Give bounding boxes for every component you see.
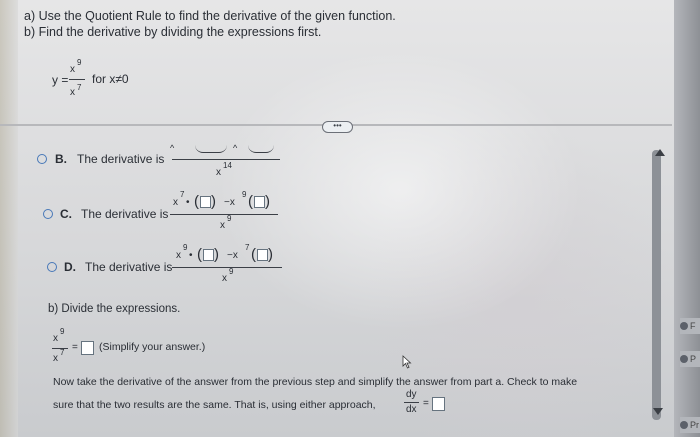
option-d-den-base: x: [222, 273, 227, 284]
part-b-hint: (Simplify your answer.): [99, 341, 206, 353]
function-num-base: x: [70, 64, 75, 75]
option-d-left-base: x: [176, 250, 181, 261]
option-d-mid: −x: [227, 250, 238, 261]
option-d-text: The derivative is: [85, 260, 173, 274]
part-b-den-base: x: [53, 353, 58, 364]
option-d-answer-box-2[interactable]: [257, 249, 268, 261]
tag-dot-icon: [680, 355, 688, 363]
option-d-den-exp: 9: [229, 267, 234, 276]
option-d-fraction-bar: [172, 267, 282, 268]
option-c-letter: C.: [60, 207, 72, 221]
option-c-paren-close-2: ): [265, 193, 270, 210]
option-d-paren-open-2: (: [251, 246, 256, 263]
option-d-paren-close-2: ): [268, 246, 273, 263]
option-b-fraction-bar: [172, 159, 280, 160]
right-panel-edge: [674, 0, 700, 437]
option-c-text: The derivative is: [81, 207, 169, 221]
tag-dot-icon: [680, 322, 688, 330]
bottom-line-2: sure that the two results are the same. …: [53, 399, 376, 411]
option-c-left-exp: 7: [180, 190, 185, 199]
option-d-answer-box-1[interactable]: [203, 249, 214, 261]
tag-dot-icon: [680, 421, 688, 429]
mouse-pointer-icon: [402, 355, 412, 369]
dx-label: dx: [406, 404, 417, 415]
option-c-paren-open-2: (: [248, 193, 253, 210]
function-fraction-bar: [69, 79, 85, 80]
option-b-numerator-caret: ^: [233, 143, 238, 153]
option-d-mid-exp: 7: [245, 243, 250, 252]
part-b-num-exp: 9: [60, 327, 65, 336]
function-den-base: x: [70, 87, 75, 98]
bottom-line-1: Now take the derivative of the answer fr…: [53, 376, 578, 388]
left-edge-shadow: [0, 0, 18, 437]
right-tag-1[interactable]: F: [680, 318, 700, 334]
option-c-den-base: x: [220, 220, 225, 231]
dy-label: dy: [406, 389, 417, 400]
function-condition: for x≠0: [92, 72, 129, 86]
part-b-heading: b) Divide the expressions.: [48, 303, 181, 315]
instruction-a: a) Use the Quotient Rule to find the der…: [24, 9, 396, 23]
scroll-down-arrow-icon[interactable]: [653, 408, 663, 415]
dy-dx-fraction-bar: [404, 402, 419, 403]
dy-dx-equals: =: [423, 398, 429, 409]
option-c-fraction-bar: [170, 214, 278, 215]
function-lhs: y =: [52, 73, 69, 87]
scroll-up-arrow-icon[interactable]: [655, 149, 665, 156]
part-b-num-base: x: [53, 333, 58, 344]
option-c-answer-box-2[interactable]: [254, 196, 265, 208]
option-b-radio[interactable]: [37, 154, 47, 164]
option-b-numerator-partial: ^: [170, 143, 175, 153]
option-d-letter: D.: [64, 260, 76, 274]
vertical-scrollbar[interactable]: [652, 150, 661, 420]
option-c-paren-close-1: ): [211, 193, 216, 210]
dy-dx-answer-input[interactable]: [432, 397, 445, 411]
option-c-radio[interactable]: [43, 209, 53, 219]
function-den-exp: 7: [77, 83, 82, 92]
option-d-radio[interactable]: [47, 262, 57, 272]
right-tag-2[interactable]: P: [680, 351, 700, 367]
right-tag-3[interactable]: Pr: [680, 417, 700, 433]
option-c-mid: −x: [224, 197, 235, 208]
option-c-dot: •: [186, 197, 190, 208]
part-b-equals: =: [72, 342, 78, 353]
option-b-letter: B.: [55, 152, 67, 166]
function-num-exp: 9: [77, 58, 82, 67]
option-c-left-base: x: [173, 197, 178, 208]
part-b-den-exp: 7: [60, 348, 65, 357]
option-b-den-base: x: [216, 167, 221, 178]
more-button[interactable]: •••: [322, 121, 353, 133]
option-c-paren-open-1: (: [194, 193, 199, 210]
option-c-den-exp: 9: [227, 214, 232, 223]
option-b-den-exp: 14: [223, 161, 232, 170]
option-d-left-exp: 9: [183, 243, 188, 252]
option-c-answer-box-1[interactable]: [200, 196, 211, 208]
instruction-b: b) Find the derivative by dividing the e…: [24, 25, 322, 39]
option-b-text: The derivative is: [77, 152, 165, 166]
option-d-paren-close-1: ): [214, 246, 219, 263]
option-c-mid-exp: 9: [242, 190, 247, 199]
option-d-paren-open-1: (: [197, 246, 202, 263]
part-b-answer-input[interactable]: [81, 341, 94, 355]
option-b-numerator-box-1: [195, 144, 227, 153]
option-b-numerator-box-2: [248, 144, 274, 153]
option-d-dot: •: [189, 250, 193, 261]
